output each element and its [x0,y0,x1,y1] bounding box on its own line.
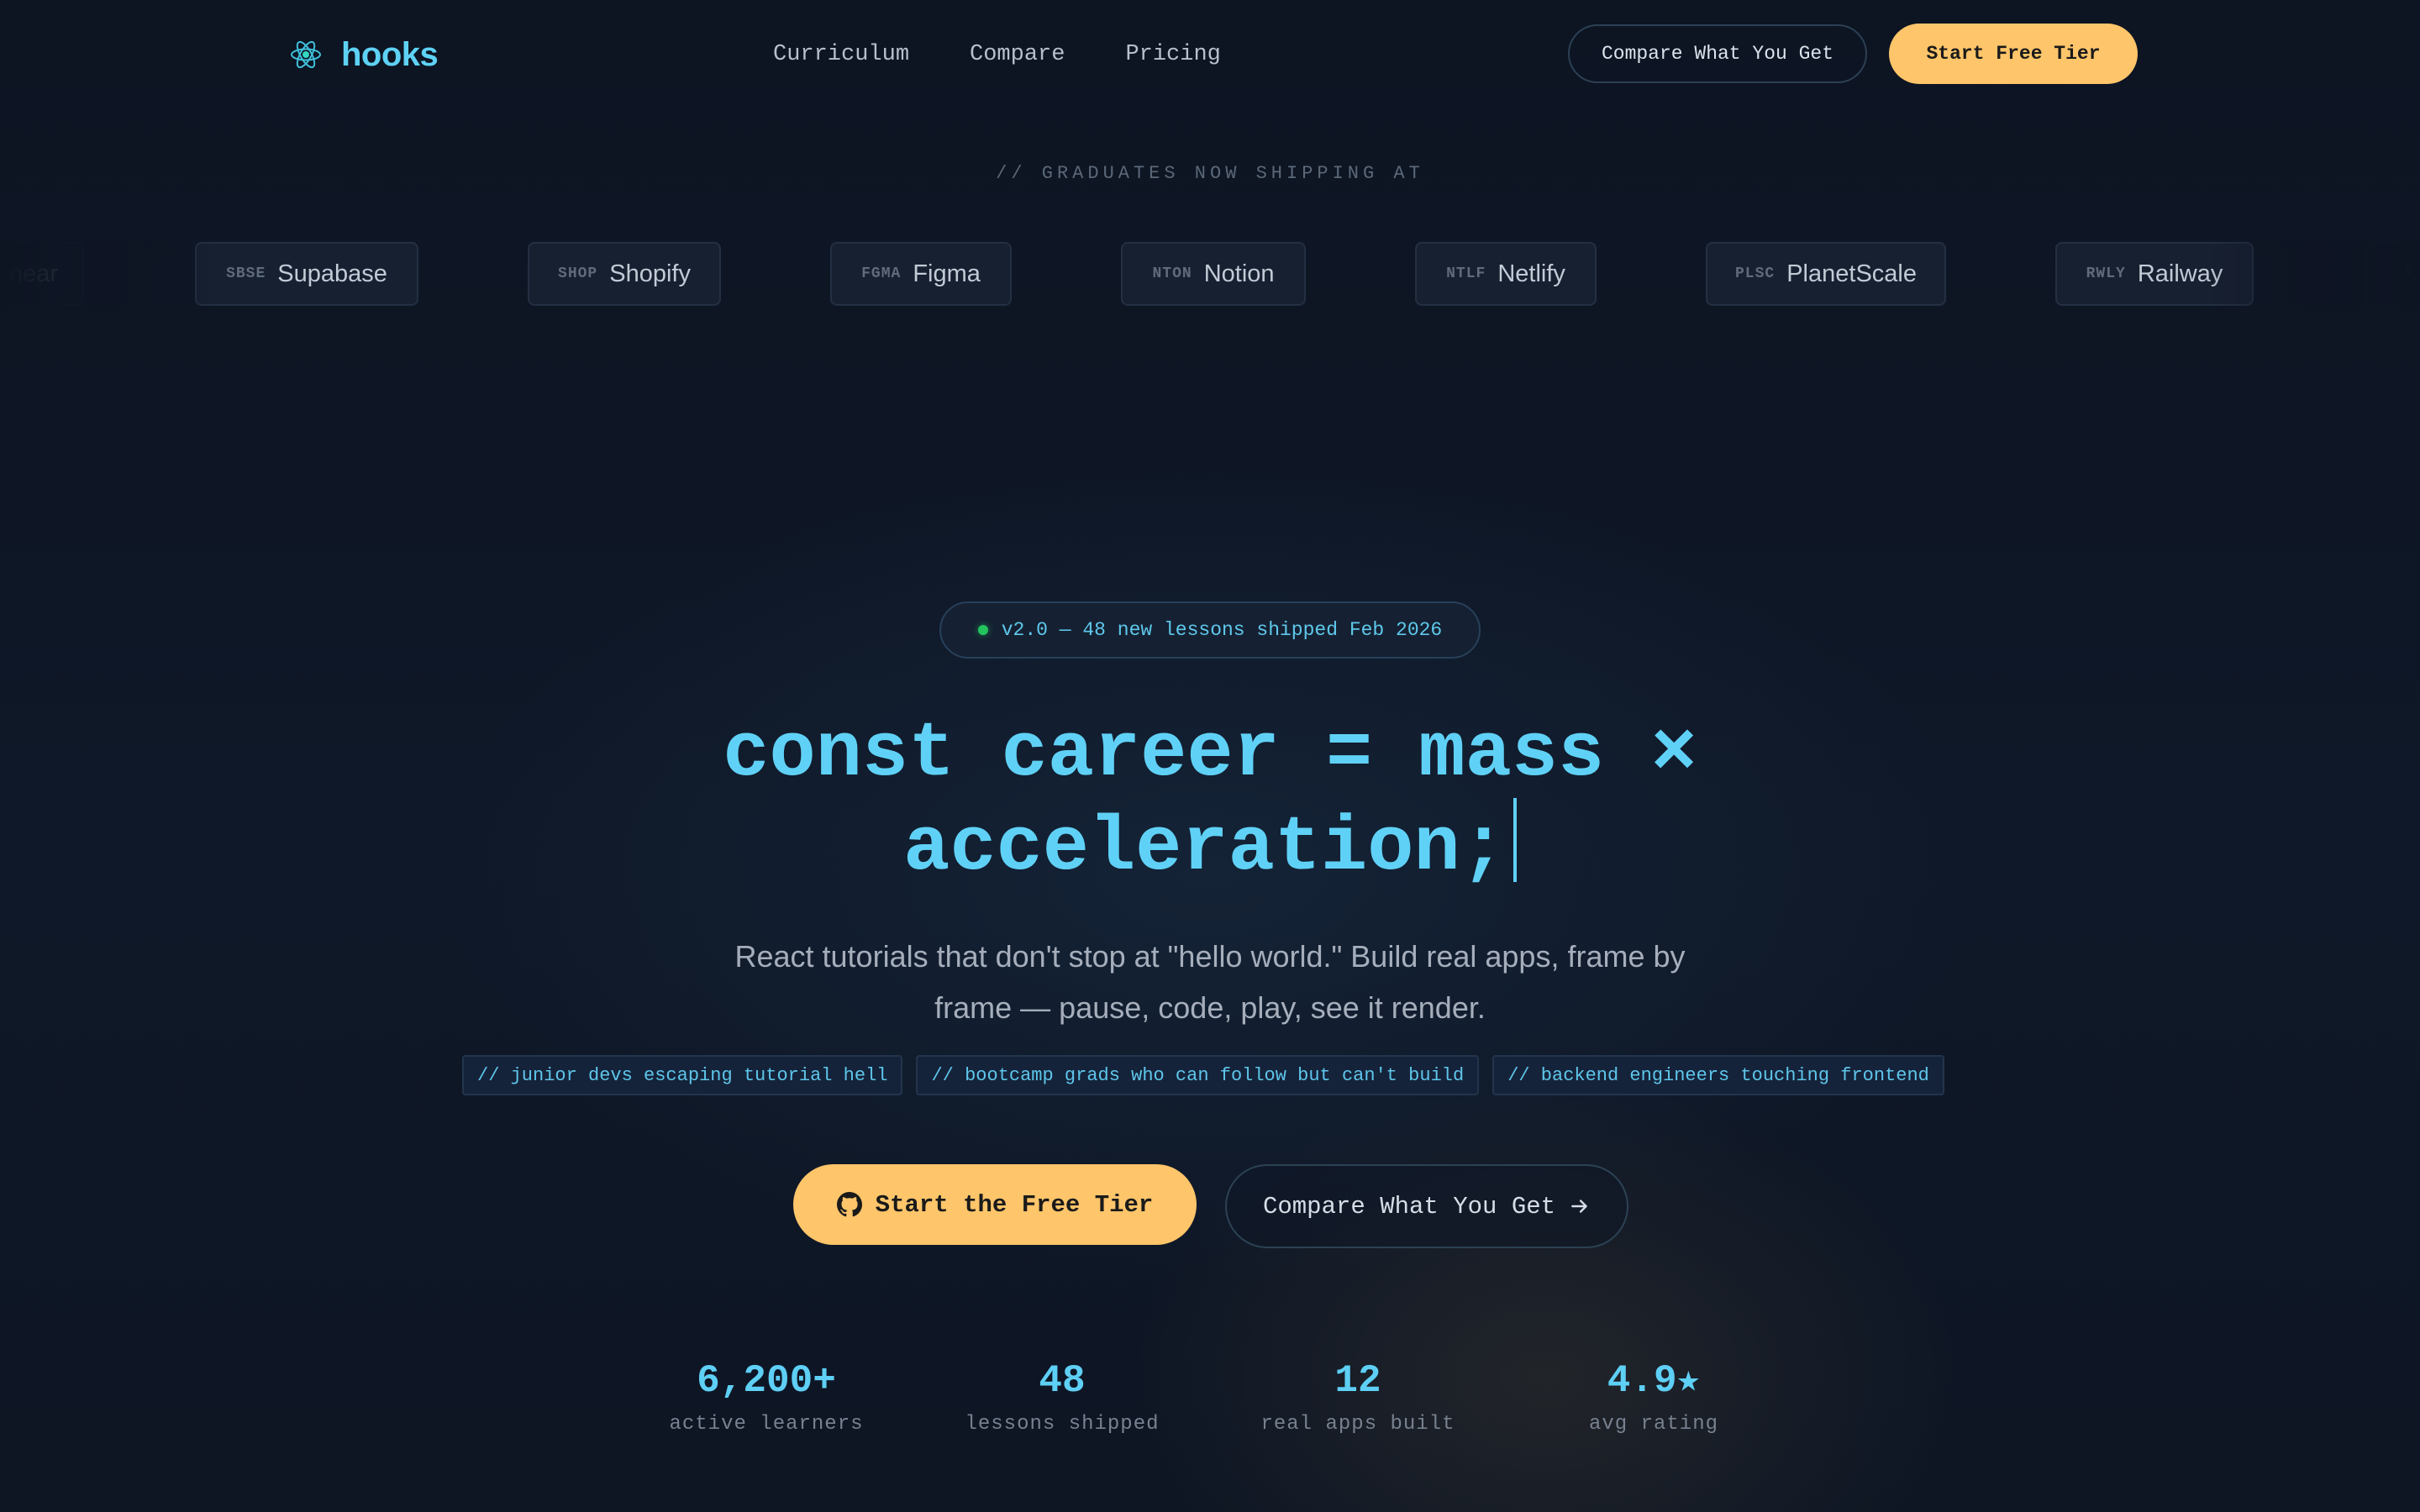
nav-link-pricing[interactable]: Pricing [1125,37,1220,72]
audience-tag: // bootcamp grads who can follow but can… [916,1055,1480,1095]
logo-strip: near SBSE Supabase SHOP Shopify FGMA Fig… [0,242,2420,306]
brand-link[interactable]: hooks [289,30,439,79]
nav-links: Curriculum Compare Pricing [773,37,1221,72]
hero-headline: const career = mass × acceleration; [504,711,1916,892]
headline-line-2: acceleration; [903,804,1507,892]
audience-tags: // junior devs escaping tutorial hell //… [462,1055,1944,1095]
logo-name: Figma [913,260,981,287]
logo-chip-supabase: SBSE Supabase [195,242,418,306]
atom-icon [291,40,321,69]
stat-label: active learners [669,1413,864,1436]
stat-lessons-shipped: 48 lessons shipped [936,1356,1188,1436]
stat-real-apps-built: 12 real apps built [1232,1356,1484,1436]
start-free-tier-label: Start the Free Tier [875,1190,1154,1219]
logo-code: RWLY [2086,265,2126,282]
stat-label: lessons shipped [965,1413,1160,1436]
stat-value: 6,200+ [697,1359,836,1403]
stat-avg-rating: 4.9★ avg rating [1528,1356,1780,1436]
nav-compare-button[interactable]: Compare What You Get [1568,24,1867,83]
stat-value: 12 [1334,1359,1381,1403]
logo-name: PlanetScale [1786,260,1917,287]
compare-button[interactable]: Compare What You Get [1225,1164,1628,1248]
hero-subtitle: React tutorials that don't stop at "hell… [734,939,1686,1025]
logo-strip-title: // GRADUATES NOW SHIPPING AT [996,163,1424,184]
logo-code: NTON [1152,265,1192,282]
logo-chip-shopify: SHOP Shopify [528,242,721,306]
cta-row: Start the Free Tier Compare What You Get [793,1164,1628,1248]
logo-chip-railway: RWLY Railway [2055,242,2254,306]
logo-chip-notion: NTON Notion [1121,242,1306,306]
audience-tag: // backend engineers touching frontend [1492,1055,1944,1095]
logo-code: SBSE [226,265,266,282]
nav-start-free-tier-button[interactable]: Start Free Tier [1889,24,2138,84]
arrow-right-icon [1571,1200,1587,1213]
logo-code: FGMA [861,265,902,282]
logo-chip-partial: V [2363,242,2420,306]
top-nav: hooks Curriculum Compare Pricing Compare… [0,0,2420,109]
github-icon [836,1192,862,1217]
logo-chip-netlify: NTLF Netlify [1415,242,1597,306]
logo-name: V [2405,260,2420,287]
logo-code: SHOP [558,265,598,282]
stat-label: avg rating [1588,1413,1719,1436]
audience-tag: // junior devs escaping tutorial hell [462,1055,903,1095]
logo-name: near [8,260,59,287]
logo-name: Railway [2137,260,2223,287]
release-badge[interactable]: v2.0 — 48 new lessons shipped Feb 2026 [939,601,1481,659]
stat-label: real apps built [1260,1413,1455,1436]
logo-name: Netlify [1497,260,1565,287]
nav-link-curriculum[interactable]: Curriculum [773,37,909,72]
stat-value: 4.9★ [1607,1359,1701,1403]
start-free-tier-button[interactable]: Start the Free Tier [793,1164,1197,1245]
status-dot [977,625,988,635]
logo-chip-planetscale: PLSC PlanetScale [1706,242,1946,306]
logo-name: Shopify [609,260,691,287]
text-caret [1512,798,1517,882]
logo-chip-near: near [0,242,84,306]
logo-code: PLSC [1735,265,1776,282]
logo-name: Supabase [277,260,387,287]
stat-active-learners: 6,200+ active learners [640,1356,892,1436]
brand-name: hooks [341,35,439,73]
headline-line-1: const career = mass × [723,710,1697,798]
logo-name: Notion [1203,260,1275,287]
compare-label: Compare What You Get [1262,1192,1556,1221]
nav-actions: Compare What You Get Start Free Tier [1568,24,2138,84]
stat-value: 48 [1039,1359,1086,1403]
logo-chip-figma: FGMA Figma [830,242,1012,306]
release-badge-text: v2.0 — 48 new lessons shipped Feb 2026 [1001,619,1443,641]
nav-link-compare[interactable]: Compare [970,37,1065,72]
logo-code: NTLF [1446,265,1486,282]
